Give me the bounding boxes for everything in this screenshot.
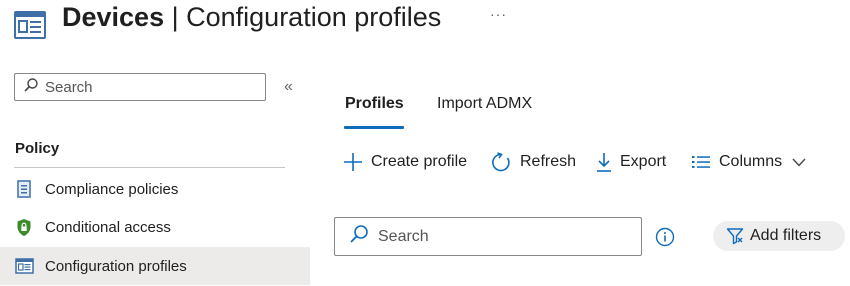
info-icon[interactable] [655,227,675,247]
refresh-label: Refresh [520,153,577,170]
page-title-strong: Devices [62,2,165,32]
create-profile-button[interactable]: Create profile [343,149,467,175]
sidebar-item-conditional-access[interactable]: Conditional access [0,208,310,246]
add-filters-label: Add filters [750,227,822,244]
sidebar-item-label: Conditional access [45,218,171,236]
more-options-button[interactable]: ··· [490,6,507,22]
profiles-search-input[interactable] [378,227,618,246]
search-icon [23,77,39,98]
list-columns-icon [691,154,711,170]
columns-button[interactable]: Columns [691,149,806,175]
selected-tab-indicator [344,126,404,129]
profiles-search-box[interactable] [334,217,642,256]
sidebar-search-box[interactable] [14,73,266,101]
sidebar-search-input[interactable] [45,78,245,96]
sidebar-item-configuration-profiles[interactable]: Configuration profiles [0,247,310,285]
plus-icon [343,152,363,172]
export-button[interactable]: Export [596,149,666,175]
configuration-profile-icon [14,11,46,39]
create-profile-label: Create profile [371,153,468,170]
search-icon [349,224,369,249]
sidebar-item-label: Compliance policies [45,180,179,198]
chevron-down-icon [792,158,806,167]
collapse-sidebar-button[interactable]: « [284,79,293,95]
page-title: Devices | Configuration profiles [62,0,441,34]
refresh-button[interactable]: Refresh [491,149,576,175]
export-label: Export [620,153,667,170]
compliance-policy-icon [14,179,34,199]
page-title-rest: Configuration profiles [186,2,442,32]
page-title-separator: | [164,2,187,32]
download-icon [596,152,612,172]
shield-lock-icon [14,217,34,237]
refresh-icon [491,151,512,173]
configuration-profile-icon [14,256,34,276]
tab-import-admx[interactable]: Import ADMX [437,95,532,113]
sidebar-section-title: Policy [15,140,60,157]
filter-icon [726,227,744,245]
sidebar-item-compliance-policies[interactable]: Compliance policies [0,170,310,208]
sidebar-divider [14,167,285,168]
tab-profiles[interactable]: Profiles [345,95,404,113]
add-filters-button[interactable]: Add filters [713,221,845,251]
sidebar-item-label: Configuration profiles [45,257,187,275]
columns-label: Columns [719,153,783,170]
